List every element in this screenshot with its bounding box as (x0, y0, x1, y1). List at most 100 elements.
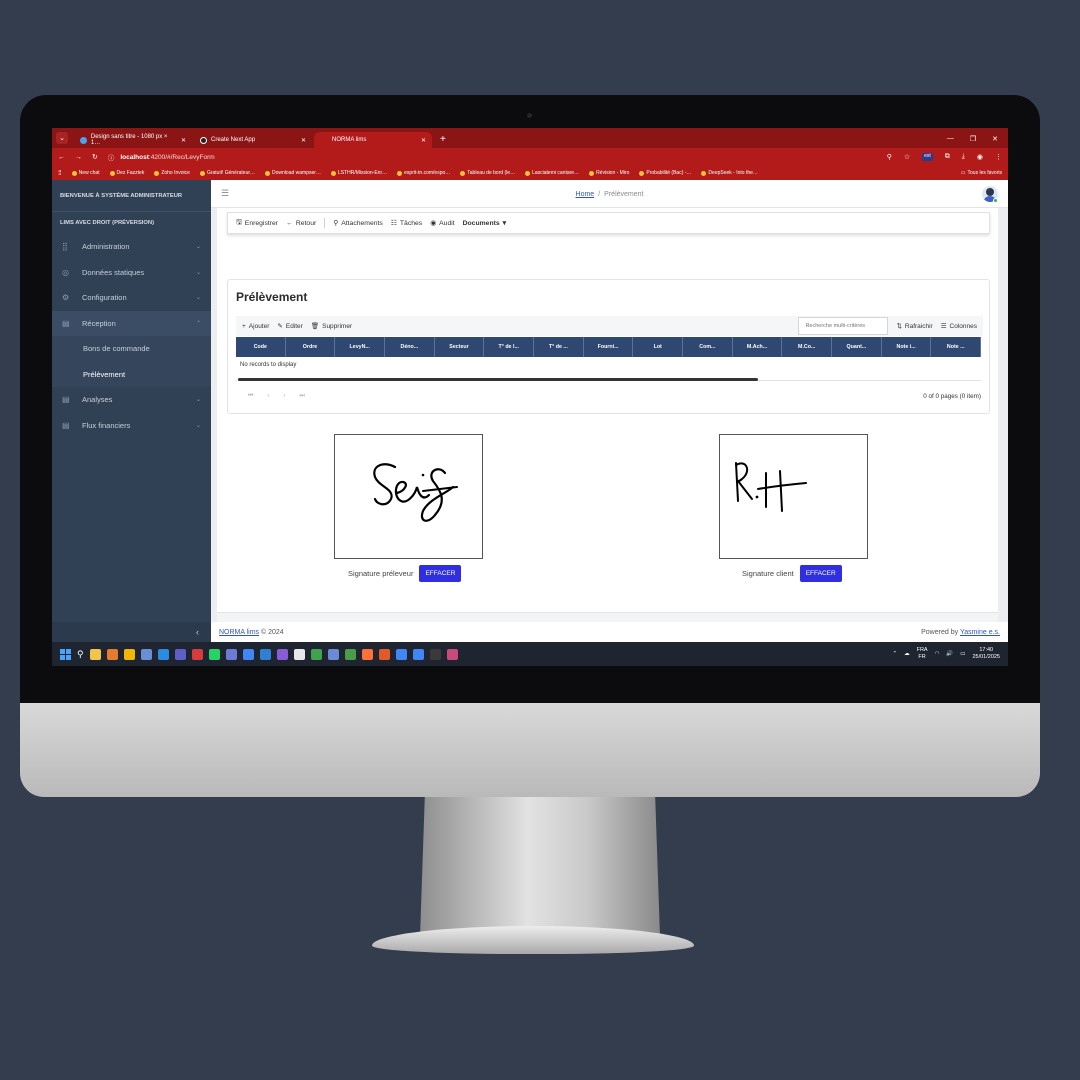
footer-vendor-link[interactable]: Yasmine e.s. (960, 629, 1000, 636)
app-icon[interactable] (293, 648, 305, 660)
column-header[interactable]: Quant... (832, 337, 882, 357)
clear-signature-button[interactable]: EFFACER (419, 565, 462, 582)
file-explorer-icon[interactable] (89, 648, 101, 660)
all-favorites[interactable]: ▭ Tous les favoris (961, 170, 1002, 176)
firefox-icon[interactable] (361, 648, 373, 660)
bookmark[interactable]: Dez Fazztek (109, 170, 144, 176)
horizontal-scrollbar[interactable] (238, 378, 758, 381)
site-info-icon[interactable]: ⓘ (108, 152, 115, 162)
apps-grid-icon[interactable]: ⣿ (58, 170, 62, 176)
app-icon[interactable] (310, 648, 322, 660)
documents-dropdown[interactable]: Documents ▾ (463, 219, 506, 228)
prev-page-icon[interactable]: ‹ (267, 393, 269, 399)
sidebar-item-donnees-statiques[interactable]: ◎ Données statiques ⌄ (52, 260, 211, 286)
restore-icon[interactable]: ❐ (970, 135, 976, 143)
clear-signature-button[interactable]: EFFACER (799, 565, 842, 582)
bookmark[interactable]: Probabilité (Bac) -… (639, 170, 691, 176)
bookmark[interactable]: New chat (71, 170, 100, 176)
back-button[interactable]: ← Retour (286, 220, 316, 227)
delete-button[interactable]: 🗑 Supprimer (311, 322, 352, 331)
forward-arrow-icon[interactable]: → (75, 154, 82, 161)
minimize-icon[interactable]: — (947, 135, 954, 143)
bookmark[interactable]: Lasciatemi cantare… (525, 170, 579, 176)
column-header[interactable]: Note ... (931, 337, 982, 357)
star-icon[interactable]: ☆ (904, 153, 910, 161)
column-header[interactable]: Déno... (385, 337, 435, 357)
sidebar-item-flux-financiers[interactable]: ▤ Flux financiers ⌄ (52, 413, 211, 439)
new-tab-button[interactable]: + (440, 134, 446, 145)
sidebar-item-analyses[interactable]: ▤ Analyses ⌄ (52, 387, 211, 413)
bookmark[interactable]: Zoho Invoice (154, 170, 190, 176)
column-header[interactable]: LevyN... (335, 337, 386, 357)
column-header[interactable]: Lot (633, 337, 684, 357)
app-icon[interactable] (378, 648, 390, 660)
cloud-icon[interactable]: ☁ (904, 651, 910, 657)
language-indicator[interactable]: FRA FR (917, 647, 928, 661)
app-icon[interactable] (191, 648, 203, 660)
bookmark[interactable]: esprit-tn.com/espo… (397, 170, 450, 176)
refresh-button[interactable]: ⇅ Rafraichir (896, 322, 932, 331)
column-header[interactable]: T° de l... (484, 337, 535, 357)
sidebar-item-reception[interactable]: ▤ Réception ⌃ (52, 310, 211, 336)
app-icon[interactable] (106, 648, 118, 660)
audit-button[interactable]: ◉ Audit (430, 219, 454, 228)
clock[interactable]: 17:40 25/01/2025 (972, 647, 1000, 661)
bookmark[interactable]: DeepSeek - Into the… (701, 170, 758, 176)
column-header[interactable]: Code (236, 337, 286, 357)
signature-pad-preleveur[interactable] (334, 434, 483, 559)
column-header[interactable]: M.Co... (782, 337, 833, 357)
sidebar-collapse-button[interactable]: ‹ (52, 622, 211, 642)
save-button[interactable]: 🖫 Enregistrer (236, 218, 278, 229)
signature-pad-client[interactable] (719, 434, 868, 559)
battery-icon[interactable]: ▭ (960, 651, 965, 657)
first-page-icon[interactable]: ⏮ (248, 393, 253, 400)
tab-search-icon[interactable]: ⌄ (56, 132, 68, 144)
tasks-button[interactable]: ☷ Tâches (391, 219, 422, 228)
translate-icon[interactable]: ⚲ (887, 153, 892, 161)
footer-app-link[interactable]: NORMA lims (219, 629, 259, 636)
sidebar-subitem-bons-de-commande[interactable]: Bons de commande (52, 336, 211, 362)
add-button[interactable]: + Ajouter (242, 323, 269, 330)
last-page-icon[interactable]: ⏭ (299, 393, 304, 400)
whatsapp-icon[interactable] (208, 648, 220, 660)
column-header[interactable]: Ordre (286, 337, 336, 357)
windows-start-icon[interactable] (60, 648, 71, 660)
column-header[interactable]: Note i... (882, 337, 932, 357)
reload-icon[interactable]: ↻ (92, 153, 98, 161)
column-header[interactable]: T° de ... (534, 337, 584, 357)
column-header[interactable]: Secteur (435, 337, 485, 357)
bookmark[interactable]: Download wampser… (265, 170, 321, 176)
url-field[interactable]: ⓘ localhost:4200/#/Rec/LevyForm (108, 152, 877, 163)
close-icon[interactable]: ✕ (421, 137, 426, 144)
chrome-icon[interactable] (412, 648, 424, 660)
browser-tab[interactable]: Design sans titre - 1080 px × 1… ✕ (74, 132, 192, 148)
puzzle-icon[interactable]: ⧉ (945, 153, 950, 161)
hamburger-menu-icon[interactable]: ☰ (221, 188, 229, 199)
app-icon[interactable] (344, 648, 356, 660)
bookmark[interactable]: LSTHR/Mission-Enr… (330, 170, 387, 176)
chevron-up-icon[interactable]: ⌃ (892, 651, 897, 657)
profile-icon[interactable]: ◉ (977, 153, 983, 161)
download-icon[interactable]: ⤓ (962, 153, 965, 161)
outlook-icon[interactable] (157, 648, 169, 660)
chrome-icon[interactable] (242, 648, 254, 660)
app-icon[interactable] (225, 648, 237, 660)
search-icon[interactable]: ⚲ (77, 649, 84, 660)
column-header[interactable]: Com... (683, 337, 733, 357)
bookmark[interactable]: Révision - Miro (589, 170, 629, 176)
volume-icon[interactable]: 🔊 (946, 651, 953, 657)
close-icon[interactable]: ✕ (181, 137, 186, 144)
app-icon[interactable] (446, 648, 458, 660)
next-page-icon[interactable]: › (283, 393, 285, 399)
app-icon[interactable] (140, 648, 152, 660)
terminal-icon[interactable] (429, 648, 441, 660)
sidebar-item-configuration[interactable]: ⚙ Configuration ⌄ (52, 285, 211, 311)
close-icon[interactable]: ✕ (301, 137, 306, 144)
chrome-icon[interactable] (395, 648, 407, 660)
edit-button[interactable]: ✎ Editer (277, 322, 302, 331)
visual-studio-icon[interactable] (276, 648, 288, 660)
breadcrumb-home-link[interactable]: Home (576, 191, 595, 198)
close-window-icon[interactable]: ✕ (992, 135, 998, 143)
extension-icon[interactable]: ext (922, 153, 933, 161)
app-icon[interactable] (327, 648, 339, 660)
